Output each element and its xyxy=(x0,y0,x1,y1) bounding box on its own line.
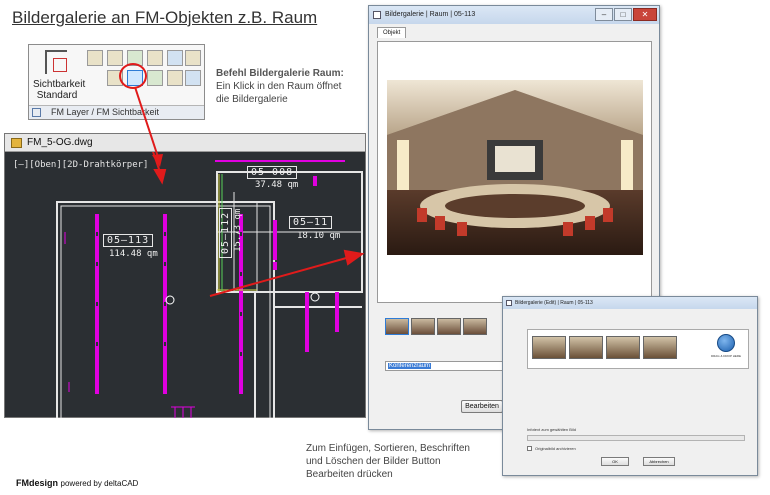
bottom-note-line1: Zum Einfügen, Sortieren, Beschriften xyxy=(306,443,470,454)
edit-app-icon xyxy=(506,300,512,306)
thumbnail-3[interactable] xyxy=(437,318,461,335)
bottom-note-line3: Bearbeiten drücken xyxy=(306,469,393,480)
brand-footer: FMdesign powered by deltaCAD xyxy=(16,478,138,488)
command-heading: Befehl Bildergalerie Raum: xyxy=(216,68,344,79)
layer-tool-4-icon[interactable] xyxy=(147,50,163,66)
drop-zone-label: DRAG & DROP HERE xyxy=(710,354,742,358)
caption-field[interactable]: Konferenzraum xyxy=(385,361,503,371)
arrow-ribbon-to-plan xyxy=(134,86,163,167)
ribbon-panel: Sichtbarkeit Standard FM Layer / FM Sich… xyxy=(28,44,205,120)
edit-title: Bildergalerie (Edit) | Raum | 05-113 xyxy=(515,300,593,306)
cancel-button[interactable]: Abbrechen xyxy=(643,457,675,466)
visibility-label-line2: Standard xyxy=(36,90,78,101)
room-area-05-112: 15.73 qm xyxy=(233,208,243,252)
main-photo xyxy=(387,80,643,255)
archive-checkbox[interactable] xyxy=(527,446,532,451)
visibility-label[interactable]: Sichtbarkeit Standard xyxy=(33,79,86,101)
edit-thumbnail-3[interactable] xyxy=(606,336,640,359)
room-number-05-113[interactable]: 05–113 xyxy=(103,234,154,247)
edit-thumbnail-strip: DRAG & DROP HERE xyxy=(527,329,749,369)
download-arrow-icon xyxy=(717,334,735,352)
drop-zone[interactable]: DRAG & DROP HERE xyxy=(711,334,741,364)
command-line-1: Ein Klick in den Raum öffnet xyxy=(216,81,342,92)
visibility-icon[interactable] xyxy=(45,50,67,74)
layer-tool-6-icon[interactable] xyxy=(185,50,201,66)
maximize-icon[interactable]: □ xyxy=(614,8,632,21)
tab-objekt[interactable]: Objekt xyxy=(377,27,407,38)
brand-powered: powered by deltaCAD xyxy=(60,479,139,488)
cad-floorplan[interactable] xyxy=(5,152,365,418)
room-area-05-008: 37.48 qm xyxy=(255,180,299,190)
cad-window: FM_5-OG.dwg [–][Oben][2D-Drahtkörper] 05… xyxy=(4,133,366,418)
room-number-05-112[interactable]: 05–112 xyxy=(219,207,232,258)
archive-checkbox-label: Originalbild archivieren xyxy=(535,446,576,451)
panel-settings-icon[interactable] xyxy=(32,108,41,117)
edit-thumbnail-2[interactable] xyxy=(569,336,603,359)
thumbnail-1[interactable] xyxy=(385,318,409,335)
ribbon-footer: FM Layer / FM Sichtbarkeit xyxy=(29,105,204,119)
dwg-file-icon xyxy=(11,138,22,148)
tab-strip: Objekt xyxy=(377,27,407,38)
edit-window: Bildergalerie (Edit) | Raum | 05-113 DRA… xyxy=(502,296,758,476)
layer-tool-11-icon[interactable] xyxy=(185,70,201,86)
thumbnail-2[interactable] xyxy=(411,318,435,335)
layer-tool-5-icon[interactable] xyxy=(167,50,183,66)
cad-file-tab[interactable]: FM_5-OG.dwg xyxy=(5,134,365,152)
slide-title: Bildergalerie an FM-Objekten z.B. Raum xyxy=(12,8,318,27)
edit-titlebar[interactable]: Bildergalerie (Edit) | Raum | 05-113 xyxy=(503,297,757,309)
edit-thumbnail-1[interactable] xyxy=(532,336,566,359)
room-number-05-11[interactable]: 05–11 xyxy=(289,216,333,229)
layer-tool-1-icon[interactable] xyxy=(87,50,103,66)
conference-room-image xyxy=(387,80,643,255)
minimize-icon[interactable]: – xyxy=(595,8,613,21)
command-line-2: die Bildergalerie xyxy=(216,94,288,105)
bottom-note: Zum Einfügen, Sortieren, Beschriften und… xyxy=(306,442,506,481)
layer-tool-2-icon[interactable] xyxy=(107,50,123,66)
caption-value: Konferenzraum xyxy=(388,363,432,369)
info-text-label: Infotext zum gewählten Bild xyxy=(527,427,576,432)
thumbnail-4[interactable] xyxy=(463,318,487,335)
layer-tool-10-icon[interactable] xyxy=(167,70,183,86)
edit-thumbnail-4[interactable] xyxy=(643,336,677,359)
ok-button[interactable]: OK xyxy=(601,457,629,466)
gallery-title: Bildergalerie | Raum | 05-113 xyxy=(385,11,476,18)
info-text-field[interactable] xyxy=(527,435,745,441)
image-panel xyxy=(377,41,652,303)
room-area-05-11: 18.10 qm xyxy=(297,231,341,241)
room-area-05-113: 114.48 qm xyxy=(109,249,158,259)
app-icon xyxy=(373,11,381,19)
close-icon[interactable]: ✕ xyxy=(633,8,657,21)
brand-name: FMdesign xyxy=(16,478,58,488)
command-description: Befehl Bildergalerie Raum: Ein Klick in … xyxy=(216,67,376,106)
cad-file-name: FM_5-OG.dwg xyxy=(27,137,93,148)
room-number-05-008[interactable]: 05–008 xyxy=(247,166,298,179)
thumbnail-strip xyxy=(385,318,489,340)
bottom-note-line2: und Löschen der Bilder Button xyxy=(306,456,441,467)
edit-button[interactable]: Bearbeiten xyxy=(461,400,503,413)
layer-tool-9-icon[interactable] xyxy=(147,70,163,86)
visibility-label-line1: Sichtbarkeit xyxy=(33,79,86,90)
